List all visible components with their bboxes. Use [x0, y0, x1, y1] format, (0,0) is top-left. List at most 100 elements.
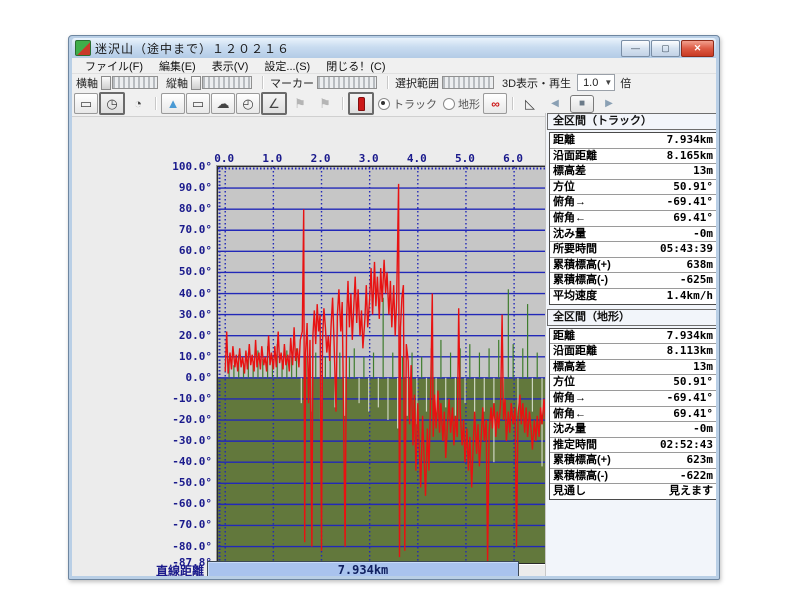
- x-tick-label: 3.0: [354, 152, 384, 165]
- row-label: 俯角→: [550, 195, 586, 210]
- marker-track-radio[interactable]: トラック: [378, 96, 437, 112]
- row-label: 沈み量: [550, 422, 586, 437]
- row-value: 7.934km: [667, 329, 716, 344]
- marker-track-radio-label: トラック: [393, 96, 437, 112]
- selection-slider[interactable]: [442, 76, 494, 89]
- table-row: 所要時間05:43:39: [550, 242, 716, 258]
- y-tick-label: -50.0°: [158, 476, 212, 489]
- marker-pair-button[interactable]: ∞: [483, 93, 507, 114]
- play-speed-dropdown[interactable]: 1.0▼: [577, 74, 615, 91]
- haxis-zoom-slider-label: 横軸: [76, 75, 98, 91]
- x-tick-label: 5.0: [450, 152, 480, 165]
- x-tick-label: 0.0: [209, 152, 239, 165]
- menu-item-5[interactable]: 閉じる！(C): [319, 58, 392, 74]
- maximize-button[interactable]: ▢: [651, 40, 680, 57]
- selection-slider-bar[interactable]: [442, 76, 494, 89]
- marker-pin1-icon: ⚑: [288, 93, 312, 114]
- xaxis-number-icon[interactable]: ◔: [126, 93, 150, 114]
- row-value: 13m: [693, 164, 716, 179]
- y-tick-label: 30.0°: [158, 308, 212, 321]
- row-label: 俯角←: [550, 211, 586, 226]
- row-value: 1.4km/h: [667, 289, 716, 304]
- vaxis-zoom-slider-bar[interactable]: [202, 76, 252, 89]
- yaxis-slope-angle-icon-glyph: ∠: [268, 96, 280, 112]
- row-value: 623m: [687, 453, 717, 468]
- table-row: 沈み量-0m: [550, 227, 716, 243]
- yaxis-slope-angle-icon[interactable]: ∠: [261, 92, 287, 115]
- vaxis-zoom-slider[interactable]: [191, 76, 252, 90]
- view-direction-button[interactable]: ◺: [518, 93, 542, 114]
- row-label: 平均速度: [550, 289, 597, 304]
- table-row: 見通し見えます: [550, 484, 716, 499]
- yaxis-elevation-icon-glyph: ▲: [167, 96, 180, 111]
- row-label: 見通し: [550, 484, 586, 499]
- view-direction-icon: ◺: [525, 96, 535, 112]
- table-row: 沈み量-0m: [550, 422, 716, 438]
- row-value: 7.934km: [667, 133, 716, 148]
- menu-item-3[interactable]: 表示(V): [205, 58, 256, 74]
- xaxis-time-icon[interactable]: ◷: [99, 92, 125, 115]
- marker-slider-bar[interactable]: [317, 76, 377, 89]
- menu-bar: ファイル(F)編集(E)表示(V)設定...(S)閉じる！(C): [72, 58, 716, 74]
- haxis-zoom-slider-thumb[interactable]: [101, 76, 111, 90]
- menu-item-2[interactable]: 編集(E): [152, 58, 203, 74]
- row-label: 累積標高(+): [550, 453, 611, 468]
- table-row: 距離7.934km: [550, 329, 716, 345]
- radio-icon[interactable]: [443, 98, 455, 110]
- table-row: 標高差13m: [550, 164, 716, 180]
- yaxis-distance-icon[interactable]: ▭: [186, 93, 210, 114]
- row-label: 累積標高(-): [550, 469, 608, 484]
- radio-icon[interactable]: [378, 98, 390, 110]
- y-tick-label: 80.0°: [158, 202, 212, 215]
- row-label: 標高差: [550, 360, 586, 375]
- y-tick-label: 20.0°: [158, 329, 212, 342]
- bottom-summary-value: 7.934km: [208, 563, 518, 576]
- row-label: 俯角←: [550, 407, 586, 422]
- row-value: 638m: [687, 258, 717, 273]
- vaxis-zoom-slider-thumb[interactable]: [191, 76, 201, 90]
- y-tick-label: 100.0°: [158, 160, 212, 173]
- selection-slider-label: 選択範囲: [395, 75, 439, 91]
- close-button[interactable]: ✕: [681, 40, 714, 57]
- marker-terrain-radio[interactable]: 地形: [443, 96, 480, 112]
- row-label: 沿面距離: [550, 149, 597, 164]
- table-row: 累積標高(+)638m: [550, 258, 716, 274]
- screen: 迷沢山（途中まで）１２０２１６ — ▢ ✕ ファイル(F)編集(E)表示(V)設…: [0, 0, 800, 600]
- toolbar-separator: [342, 97, 344, 110]
- x-tick-label: 6.0: [498, 152, 528, 165]
- toolbar: 横軸縦軸マーカー選択範囲3D表示・再生1.0▼倍 ▭◷◔▲▭☁◴∠⚑⚑トラック地…: [72, 74, 716, 117]
- marker-pin1-icon-glyph: ⚑: [294, 96, 306, 112]
- yaxis-elevation-icon[interactable]: ▲: [161, 93, 185, 114]
- yaxis-distance-icon-glyph: ▭: [192, 96, 204, 112]
- y-tick-label: 70.0°: [158, 223, 212, 236]
- marker-pin2-icon-glyph: ⚑: [319, 96, 331, 112]
- y-tick-label: 50.0°: [158, 265, 212, 278]
- table-row: 方位50.91°: [550, 180, 716, 196]
- play-forward-button[interactable]: ▶: [597, 95, 621, 113]
- play-back-icon: ◀: [551, 98, 559, 109]
- stop-button[interactable]: ■: [570, 95, 594, 113]
- menu-item-4[interactable]: 設定...(S): [257, 58, 317, 74]
- play-forward-icon: ▶: [605, 98, 613, 109]
- minimize-button[interactable]: —: [621, 40, 650, 57]
- play-back-button[interactable]: ◀: [543, 95, 567, 113]
- row-label: 累積標高(-): [550, 273, 608, 288]
- xaxis-time-icon-glyph: ◷: [106, 96, 117, 112]
- table-row: 累積標高(+) 623m: [550, 453, 716, 469]
- x-tick-label: 4.0: [402, 152, 432, 165]
- menu-item-1[interactable]: ファイル(F): [78, 58, 150, 74]
- xaxis-distance-icon[interactable]: ▭: [74, 93, 98, 114]
- haxis-zoom-slider-bar[interactable]: [112, 76, 158, 89]
- toolbar-separator: [512, 97, 514, 110]
- vaxis-zoom-slider-label: 縦軸: [166, 75, 188, 91]
- row-value: 05:43:39: [660, 242, 716, 257]
- marker-pin2-icon: ⚑: [313, 93, 337, 114]
- table-row: 俯角→-69.41°: [550, 391, 716, 407]
- haxis-zoom-slider[interactable]: [101, 76, 158, 90]
- marker-slider[interactable]: [317, 76, 377, 89]
- yaxis-pace-icon[interactable]: ◴: [236, 93, 260, 114]
- yaxis-speed-icon[interactable]: ☁: [211, 93, 235, 114]
- marker-pin-button[interactable]: [348, 92, 374, 115]
- title-bar[interactable]: 迷沢山（途中まで）１２０２１６ — ▢ ✕: [72, 38, 716, 58]
- row-value: 8.113km: [667, 344, 716, 359]
